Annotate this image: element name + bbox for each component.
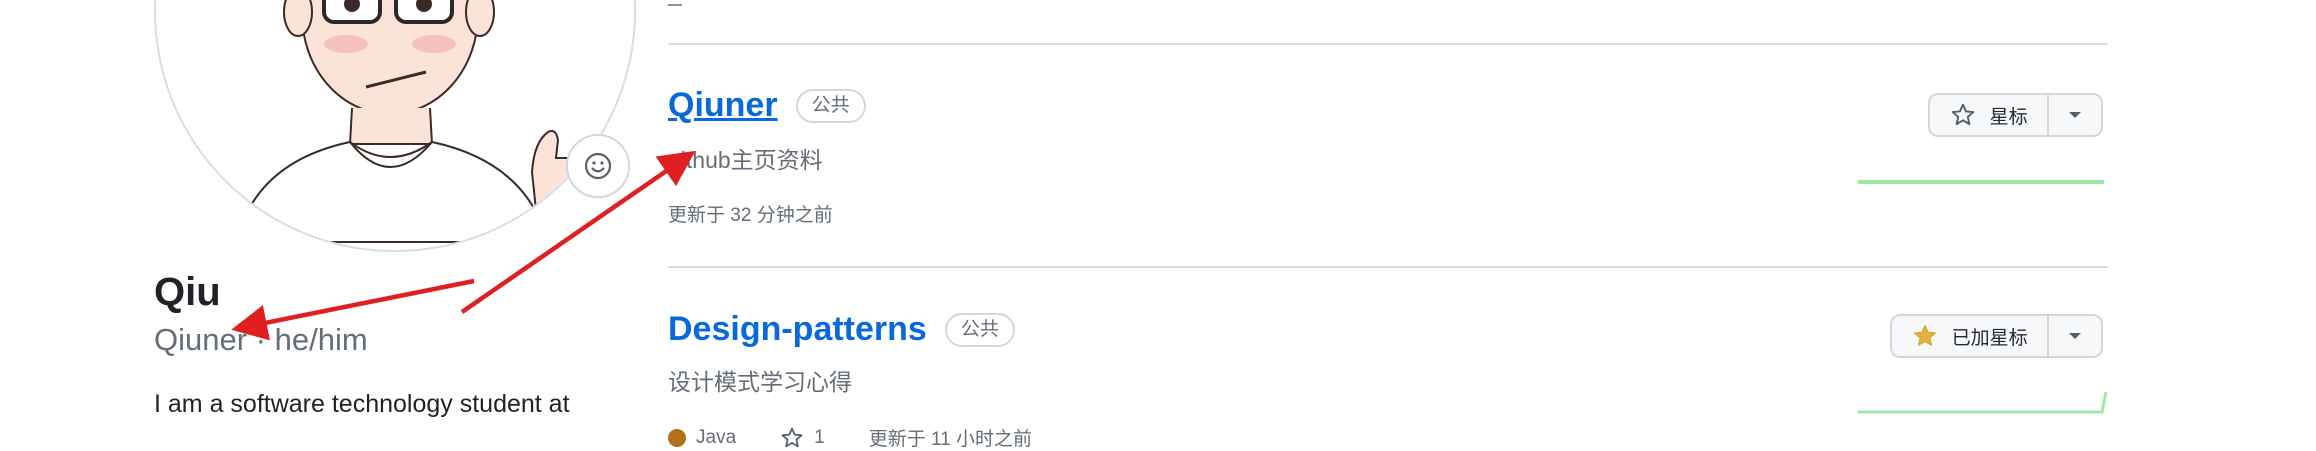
star-list-dropdown[interactable] [2049, 316, 2101, 356]
profile-username-pronouns: Qiuner · he/him [154, 322, 368, 358]
repo-name-link[interactable]: Qiuner [668, 86, 778, 125]
repo-item: Design-patterns 公共 [668, 310, 1015, 349]
starred-button-group: 已加星标 [1890, 314, 2103, 358]
divider-top [668, 43, 2108, 45]
set-status-button[interactable] [566, 134, 630, 198]
activity-sparkline [1858, 391, 2108, 414]
truncated-top-mark [668, 0, 682, 6]
starred-button-label: 已加星标 [1951, 327, 2028, 349]
repo-updated: 更新于 32 分钟之前 [668, 205, 833, 226]
repo-name-link[interactable]: Design-patterns [668, 310, 927, 349]
star-list-dropdown[interactable] [2049, 95, 2101, 135]
repo-meta-row: Java 1 更新于 11 小时之前 [668, 424, 1032, 451]
repo-item: Qiuner 公共 [668, 86, 866, 125]
repo-updated: 更新于 11 小时之前 [868, 429, 1033, 450]
profile-name: Qiu [154, 270, 221, 314]
divider-middle [668, 266, 2108, 268]
stars-count[interactable]: 1 [814, 427, 825, 449]
star-button-group: 星标 [1928, 93, 2103, 137]
visibility-badge: 公共 [944, 312, 1015, 347]
caret-down-icon [2069, 112, 2082, 118]
language-color-dot [668, 428, 686, 447]
repo-description: 设计模式学习心得 [668, 369, 852, 395]
star-filled-icon [1913, 325, 1936, 346]
star-button[interactable]: 星标 [1930, 95, 2050, 135]
star-outline-icon [1951, 103, 1974, 126]
profile-bio: I am a software technology student at [154, 390, 570, 418]
caret-down-icon [2069, 333, 2082, 339]
activity-sparkline [1858, 180, 2104, 184]
profile-pronouns: he/him [274, 322, 368, 357]
star-icon [781, 427, 803, 447]
profile-separator: · [247, 322, 275, 357]
repo-description: github主页资料 [668, 147, 823, 173]
visibility-badge: 公共 [795, 88, 866, 123]
profile-username: Qiuner [154, 322, 248, 357]
language-label: Java [696, 426, 737, 448]
annotation-arrow-to-name [231, 278, 475, 341]
smiley-icon [584, 152, 612, 180]
star-button-label: 星标 [1989, 106, 2028, 128]
unstar-button[interactable]: 已加星标 [1892, 316, 2050, 356]
avatar-illustration [234, 0, 582, 243]
avatar[interactable] [154, 0, 636, 252]
